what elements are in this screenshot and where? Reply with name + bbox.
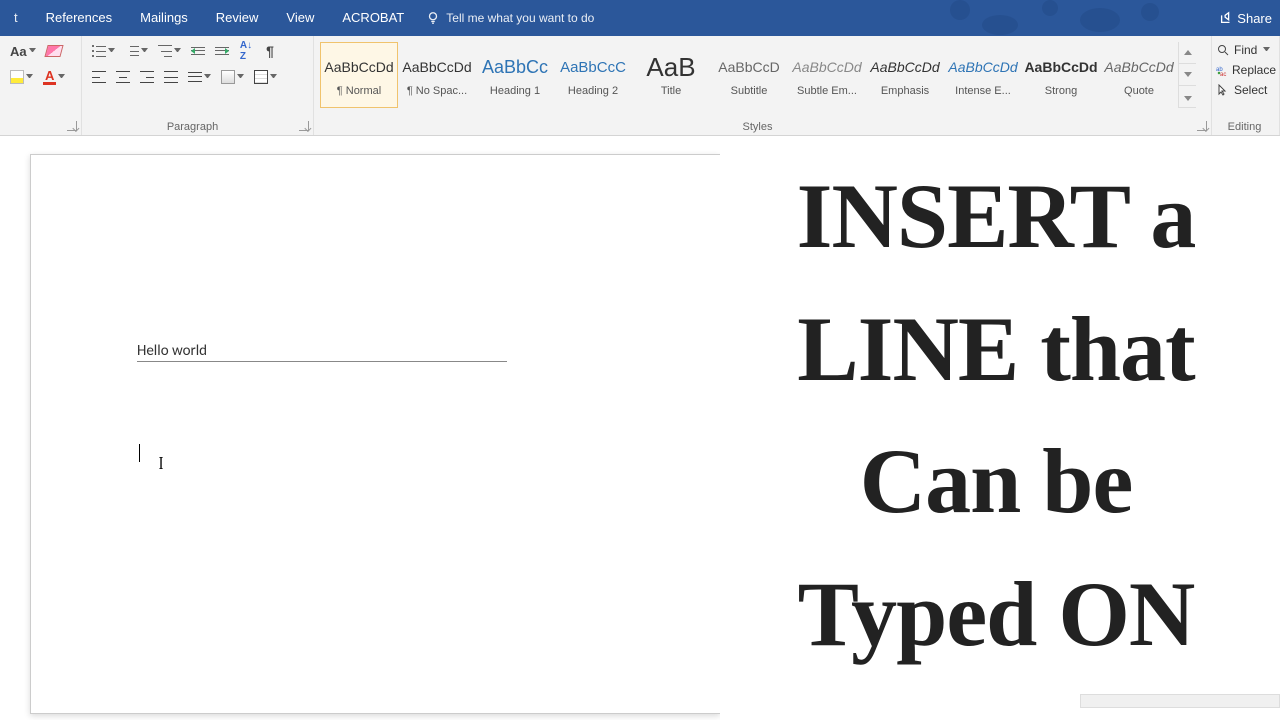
- clear-formatting-button[interactable]: [42, 40, 66, 62]
- highlight-button[interactable]: [6, 66, 37, 88]
- font-color-button[interactable]: A: [39, 66, 69, 88]
- style-subtitle[interactable]: AaBbCcDSubtitle: [710, 42, 788, 108]
- align-center-icon: [116, 71, 130, 83]
- style--no-spac-[interactable]: AaBbCcDd¶ No Spac...: [398, 42, 476, 108]
- shading-icon: [221, 70, 235, 84]
- tell-me-search[interactable]: Tell me what you want to do: [426, 11, 594, 25]
- line-spacing-icon: [188, 70, 202, 84]
- overlay-line-2: LINE that: [720, 283, 1272, 416]
- borders-button[interactable]: [250, 66, 281, 88]
- pilcrow-icon: ¶: [266, 43, 274, 59]
- numbering-icon: [125, 45, 139, 57]
- align-left-icon: [92, 71, 106, 83]
- document-area[interactable]: Hello world I: [0, 136, 720, 720]
- multilevel-button[interactable]: [154, 40, 185, 62]
- font-launcher[interactable]: [67, 121, 77, 131]
- search-icon: [1216, 43, 1230, 57]
- decrease-indent-button[interactable]: [187, 40, 209, 62]
- style-subtle-em-[interactable]: AaBbCcDdSubtle Em...: [788, 42, 866, 108]
- tab-partial[interactable]: t: [10, 0, 32, 36]
- font-group: Aa A: [0, 36, 82, 135]
- titlebar-decoration: [940, 0, 1190, 36]
- justify-icon: [164, 71, 178, 83]
- styles-label: Styles: [314, 121, 1201, 133]
- tab-mailings[interactable]: Mailings: [126, 0, 202, 36]
- typed-line[interactable]: [137, 361, 507, 362]
- tab-references[interactable]: References: [32, 0, 126, 36]
- styles-launcher[interactable]: [1197, 121, 1207, 131]
- paragraph-label: Paragraph: [82, 121, 303, 133]
- increase-indent-button[interactable]: [211, 40, 233, 62]
- text-caret: [139, 444, 140, 462]
- tab-view[interactable]: View: [272, 0, 328, 36]
- lightbulb-icon: [426, 11, 440, 25]
- select-button[interactable]: Select: [1214, 80, 1277, 100]
- styles-scroll-up[interactable]: [1179, 42, 1196, 64]
- style-heading-2[interactable]: AaBbCcCHeading 2: [554, 42, 632, 108]
- borders-icon: [254, 70, 268, 84]
- numbering-button[interactable]: [121, 40, 152, 62]
- ribbon: Aa A A↓Z ¶ Paragraph: [0, 36, 1280, 136]
- ribbon-tabbar: t References Mailings Review View ACROBA…: [0, 0, 1280, 36]
- replace-button[interactable]: abac Replace: [1214, 60, 1277, 80]
- paragraph-group: A↓Z ¶ Paragraph: [82, 36, 314, 135]
- overlay-line-4: Typed ON: [720, 548, 1272, 681]
- highlight-icon: [10, 70, 24, 84]
- font-color-icon: A: [43, 70, 56, 85]
- find-button[interactable]: Find: [1214, 40, 1277, 60]
- align-center-button[interactable]: [112, 66, 134, 88]
- styles-group: AaBbCcDd¶ NormalAaBbCcDd¶ No Spac...AaBb…: [314, 36, 1212, 135]
- shading-button[interactable]: [217, 66, 248, 88]
- align-right-button[interactable]: [136, 66, 158, 88]
- align-right-icon: [140, 71, 154, 83]
- svg-text:ac: ac: [1220, 72, 1226, 76]
- horizontal-scrollbar[interactable]: [1080, 694, 1280, 708]
- style-heading-1[interactable]: AaBbCcHeading 1: [476, 42, 554, 108]
- page[interactable]: Hello world I: [30, 154, 720, 714]
- style-emphasis[interactable]: AaBbCcDdEmphasis: [866, 42, 944, 108]
- increase-indent-icon: [215, 45, 229, 57]
- sort-icon: A↓Z: [240, 40, 252, 62]
- style-quote[interactable]: AaBbCcDdQuote: [1100, 42, 1178, 108]
- decrease-indent-icon: [191, 45, 205, 57]
- align-left-button[interactable]: [88, 66, 110, 88]
- cursor-icon: [1216, 83, 1230, 97]
- styles-scroll-down[interactable]: [1179, 64, 1196, 86]
- overlay-title: INSERT a LINE that Can be Typed ON: [720, 140, 1280, 720]
- style--normal[interactable]: AaBbCcDd¶ Normal: [320, 42, 398, 108]
- document-text[interactable]: Hello world: [137, 342, 207, 360]
- style-title[interactable]: AaBTitle: [632, 42, 710, 108]
- change-case-button[interactable]: Aa: [6, 40, 40, 62]
- style-strong[interactable]: AaBbCcDdStrong: [1022, 42, 1100, 108]
- styles-expand[interactable]: [1179, 86, 1196, 108]
- overlay-line-3: Can be: [720, 415, 1272, 548]
- sort-button[interactable]: A↓Z: [235, 40, 257, 62]
- overlay-line-1: INSERT a: [720, 150, 1272, 283]
- styles-more: [1178, 42, 1196, 108]
- share-button[interactable]: Share: [1219, 0, 1272, 36]
- editing-label: Editing: [1212, 121, 1277, 133]
- bullets-icon: [92, 45, 106, 57]
- bullets-button[interactable]: [88, 40, 119, 62]
- justify-button[interactable]: [160, 66, 182, 88]
- tab-review[interactable]: Review: [202, 0, 273, 36]
- styles-gallery: AaBbCcDd¶ NormalAaBbCcDd¶ No Spac...AaBb…: [320, 40, 1205, 108]
- tab-acrobat[interactable]: ACROBAT: [328, 0, 418, 36]
- line-spacing-button[interactable]: [184, 66, 215, 88]
- paragraph-launcher[interactable]: [299, 121, 309, 131]
- style-intense-e-[interactable]: AaBbCcDdIntense E...: [944, 42, 1022, 108]
- ibeam-cursor: I: [159, 453, 164, 474]
- show-marks-button[interactable]: ¶: [259, 40, 281, 62]
- multilevel-icon: [158, 45, 172, 57]
- replace-icon: abac: [1216, 63, 1228, 77]
- eraser-icon: [44, 45, 63, 57]
- editing-group: Find abac Replace Select Editing: [1212, 36, 1280, 135]
